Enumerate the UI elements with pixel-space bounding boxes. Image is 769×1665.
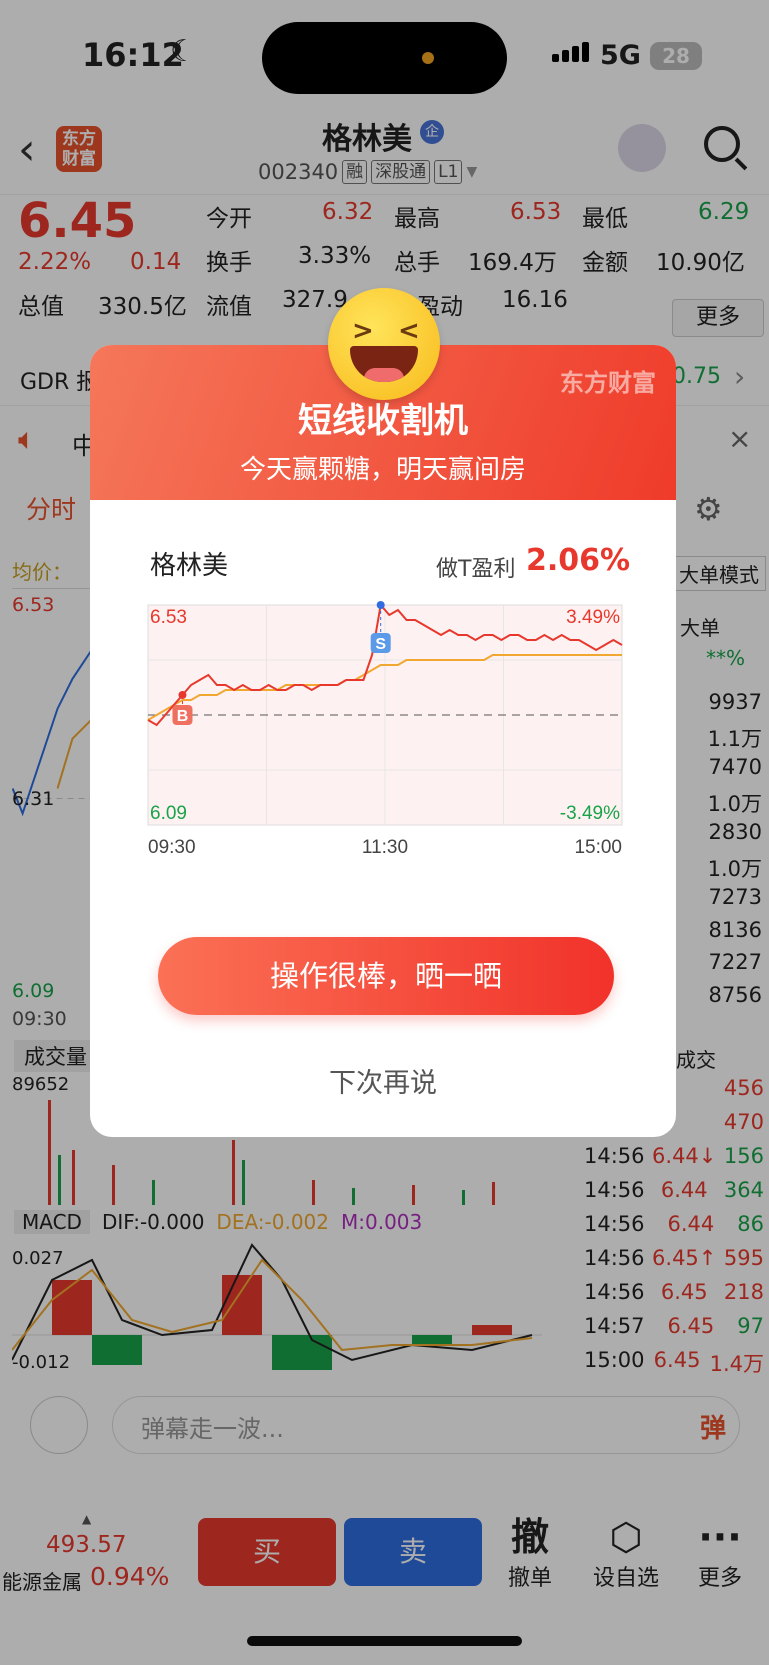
profit-label: 做T盈利 (436, 557, 516, 582)
buy-point (178, 691, 187, 699)
x-tick-label: 09:30 (148, 837, 196, 858)
pct-bottom-label: -3.49% (560, 803, 620, 824)
laughing-emoji-icon: > < (328, 288, 440, 400)
profit-value: 2.06% (526, 543, 631, 578)
profit-share-modal: 东方财富 短线收割机 今天赢颗糖，明天赢间房 格林美 做T盈利 2.06% BS… (90, 345, 676, 1137)
modal-stock-name: 格林美 (150, 551, 229, 581)
emoji-mouth (350, 346, 418, 382)
pct-top-label: 3.49% (566, 607, 620, 628)
y-top-label: 6.53 (150, 607, 187, 628)
emoji-eye: < (398, 316, 420, 346)
emoji-eye: > (352, 316, 374, 346)
modal-subtitle: 今天赢颗糖，明天赢间房 (239, 455, 526, 485)
buy-marker-label: B (177, 708, 189, 725)
x-tick-label: 11:30 (362, 837, 408, 858)
y-bottom-label: 6.09 (150, 803, 187, 824)
modal-title: 短线收割机 (298, 401, 468, 441)
later-button[interactable]: 下次再说 (90, 1061, 676, 1100)
sell-marker-label: S (375, 636, 386, 653)
modal-intraday-chart: B S 6.53 6.09 3.49% -3.49% 09:30 11:30 15:00 (147, 601, 623, 858)
x-tick-label: 15:00 (574, 837, 622, 858)
share-button[interactable]: 操作很棒，晒一晒 (158, 937, 614, 1015)
